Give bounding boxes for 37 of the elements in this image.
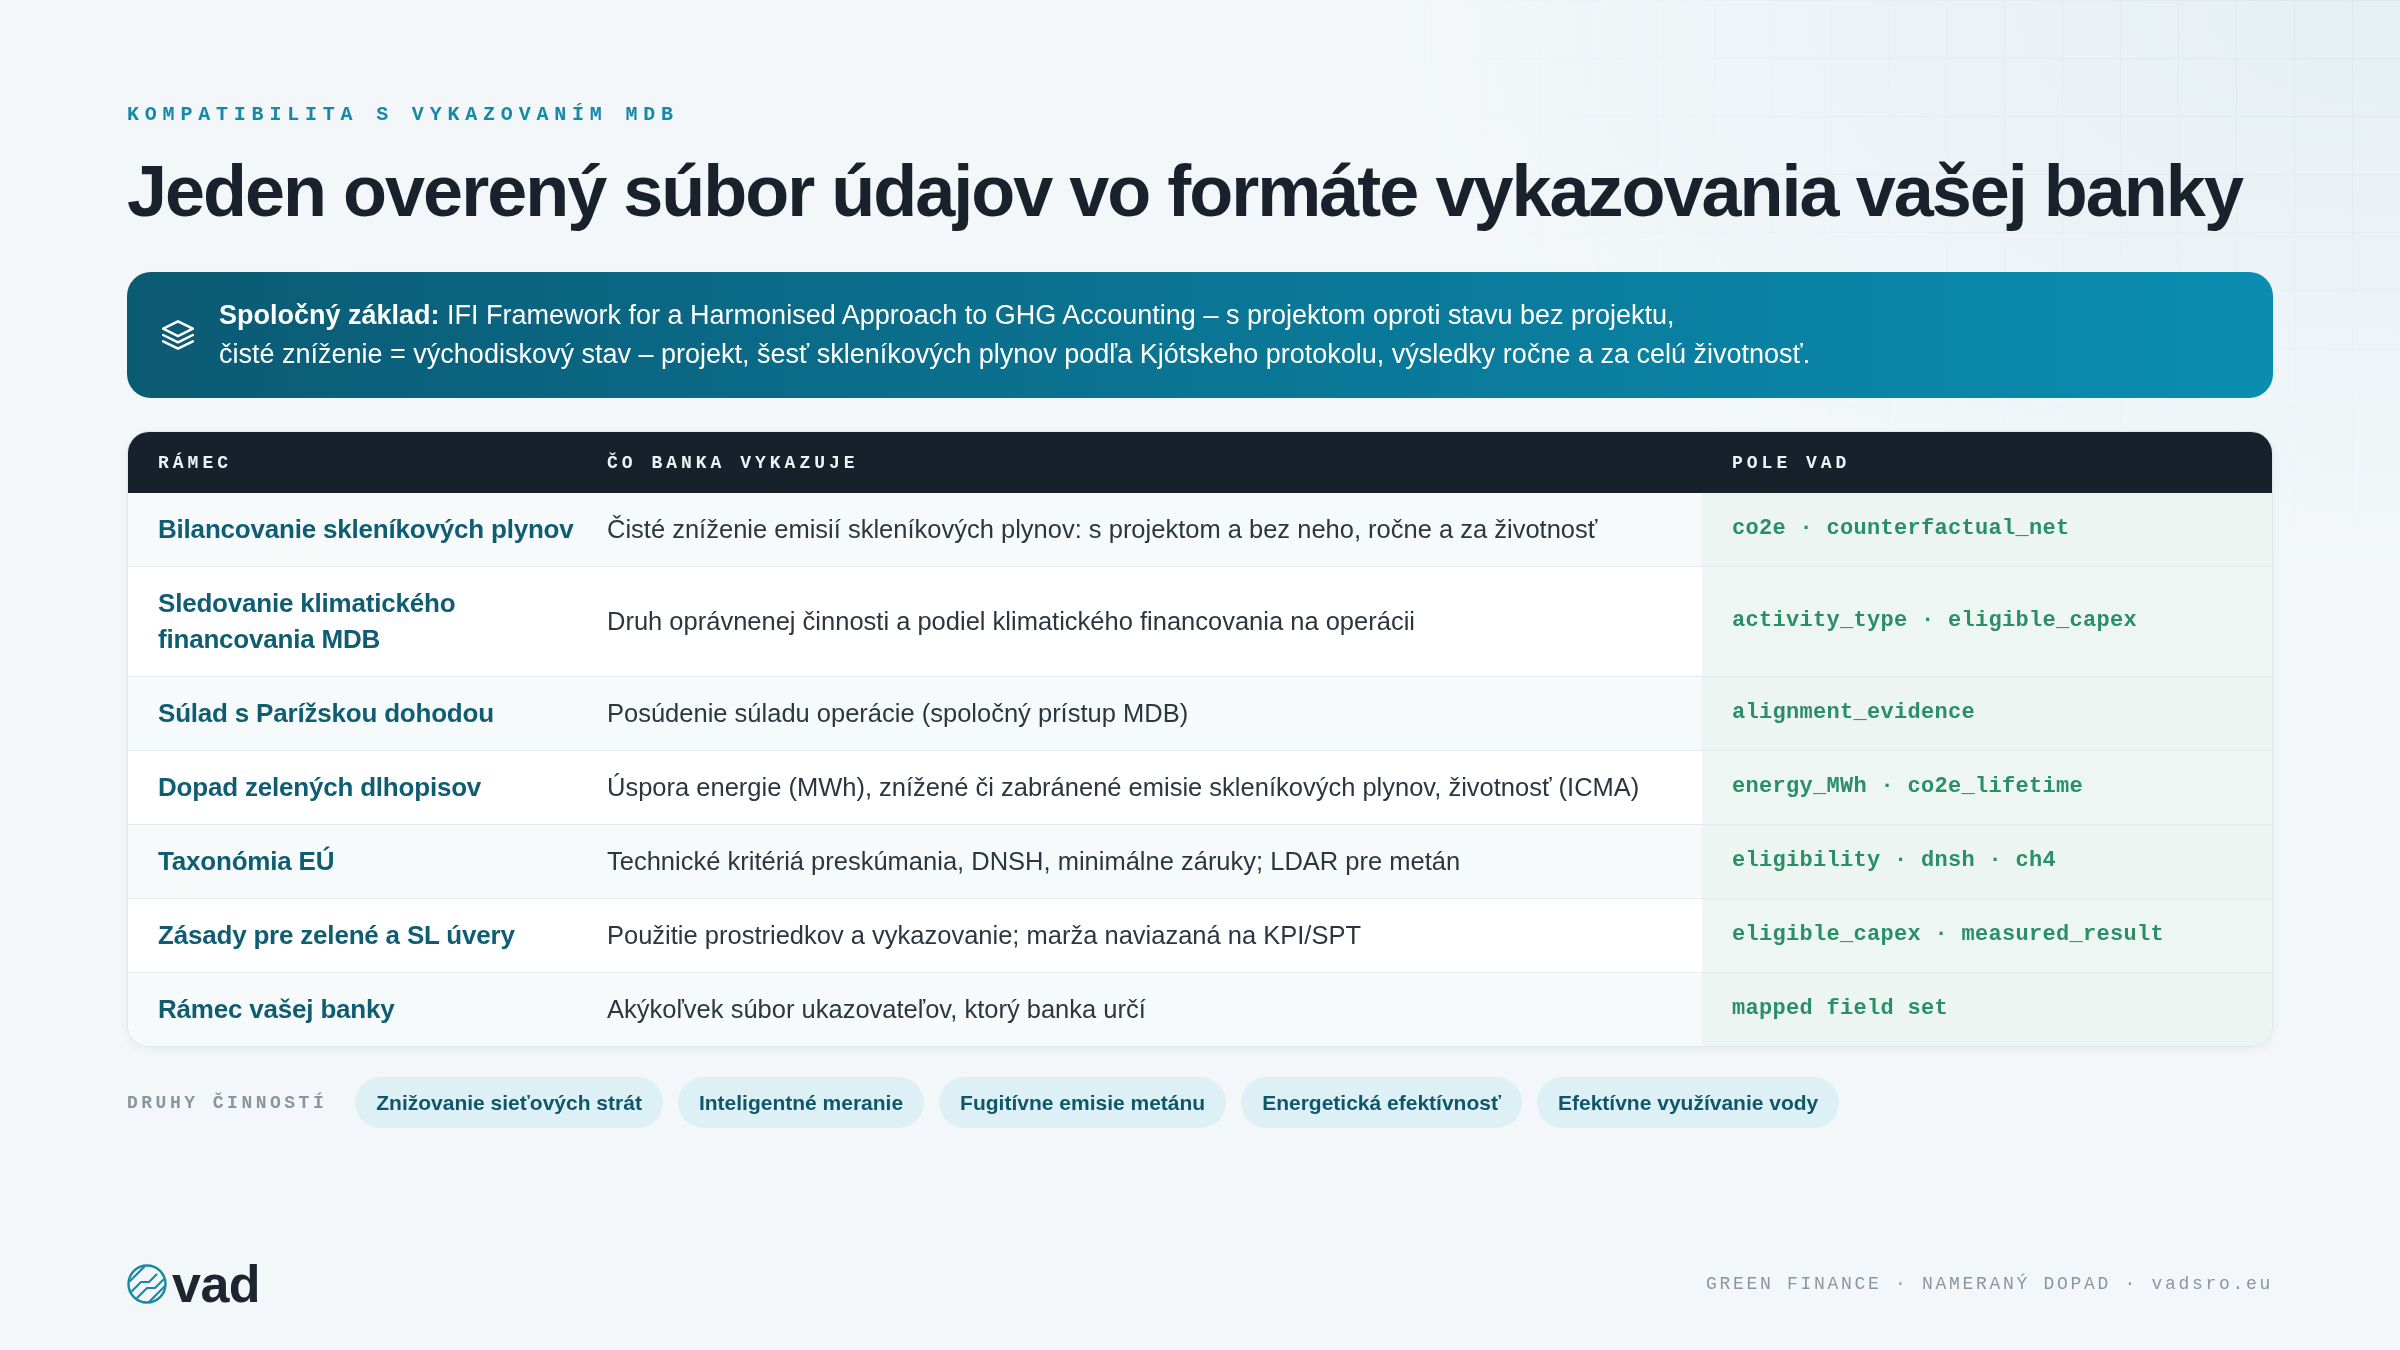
activity-tag: Fugitívne emisie metánu	[939, 1077, 1227, 1128]
reported-description: Druh oprávnenej činnosti a podiel klimatického financovania na operácii	[607, 606, 1415, 637]
activity-tag: Efektívne využívanie vody	[1537, 1077, 1840, 1128]
field-names: eligible_capex · measured_result	[1732, 921, 2165, 949]
framework-name: Zásady pre zelené a SL úvery	[158, 919, 515, 952]
brand-name: vad	[172, 1258, 261, 1310]
reported-description: Úspora energie (MWh), znížené či zabránené emisie skleníkových plynov, životnosť (ICMA)	[607, 772, 1640, 803]
reported-description: Technické kritériá preskúmania, DNSH, minimálne záruky; LDAR pre metán	[607, 846, 1461, 877]
framework-name: Taxonómia EÚ	[158, 845, 335, 878]
layers-icon	[162, 320, 194, 350]
reported-description: Čisté zníženie emisií skleníkových plynov: s projektom a bez neho, ročne a za životnosť	[607, 514, 1598, 545]
framework-name: Sledovanie klimatického financovania MDB	[158, 587, 457, 656]
field-names: activity_type · eligible_capex	[1732, 607, 2138, 635]
framework-name: Rámec vašej banky	[158, 993, 395, 1026]
framework-name: Dopad zelených dlhopisov	[158, 771, 482, 804]
reported-description: Akýkoľvek súbor ukazovateľov, ktorý banka určí	[607, 994, 1146, 1025]
field-names: mapped field set	[1732, 995, 1949, 1023]
column-header: POLE VAD	[1732, 452, 1851, 473]
banner-text: Spoločný základ: IFI Framework for a Harmonised Approach to GHG Accounting – s projektom oproti stavu bez projektu, čisté zníženie = východiskový stav – projekt, šesť skleníkových plynov podľa Kjótskeho protokolu, výsledky ročne a za celú životnosť.	[219, 299, 1811, 371]
activity-tag: Energetická efektívnosť	[1241, 1077, 1522, 1128]
reported-description: Posúdenie súladu operácie (spoločný prístup MDB)	[607, 698, 1189, 729]
footer-tagline: GREEN FINANCE · NAMERANÝ DOPAD · vadsro.eu	[1705, 1274, 2273, 1294]
eyebrow-label: KOMPATIBILITA S VYKAZOVANÍM MDB	[127, 103, 679, 127]
column-header: ČO BANKA VYKAZUJE	[607, 452, 859, 473]
field-names: eligibility · dnsh · ch4	[1732, 847, 2057, 875]
field-names: energy_MWh · co2e_lifetime	[1732, 773, 2084, 801]
framework-name: Bilancovanie skleníkových plynov	[158, 513, 574, 546]
field-names: co2e · counterfactual_net	[1732, 515, 2070, 543]
activity-tag: Znižovanie sieťových strát	[355, 1077, 663, 1128]
field-names: alignment_evidence	[1732, 699, 1976, 727]
activity-tag: Inteligentné meranie	[677, 1077, 925, 1128]
slide-title: Jeden overený súbor údajov vo formáte vykazovania vašej banky	[127, 152, 2242, 231]
logo-icon	[127, 1264, 167, 1304]
reported-description: Použitie prostriedkov a vykazovanie; marža naviazaná na KPI/SPT	[607, 920, 1362, 951]
framework-name: Súlad s Parížskou dohodou	[158, 697, 494, 730]
column-header: RÁMEC	[158, 452, 232, 473]
section-label: DRUHY ČINNOSTÍ	[127, 1092, 328, 1113]
